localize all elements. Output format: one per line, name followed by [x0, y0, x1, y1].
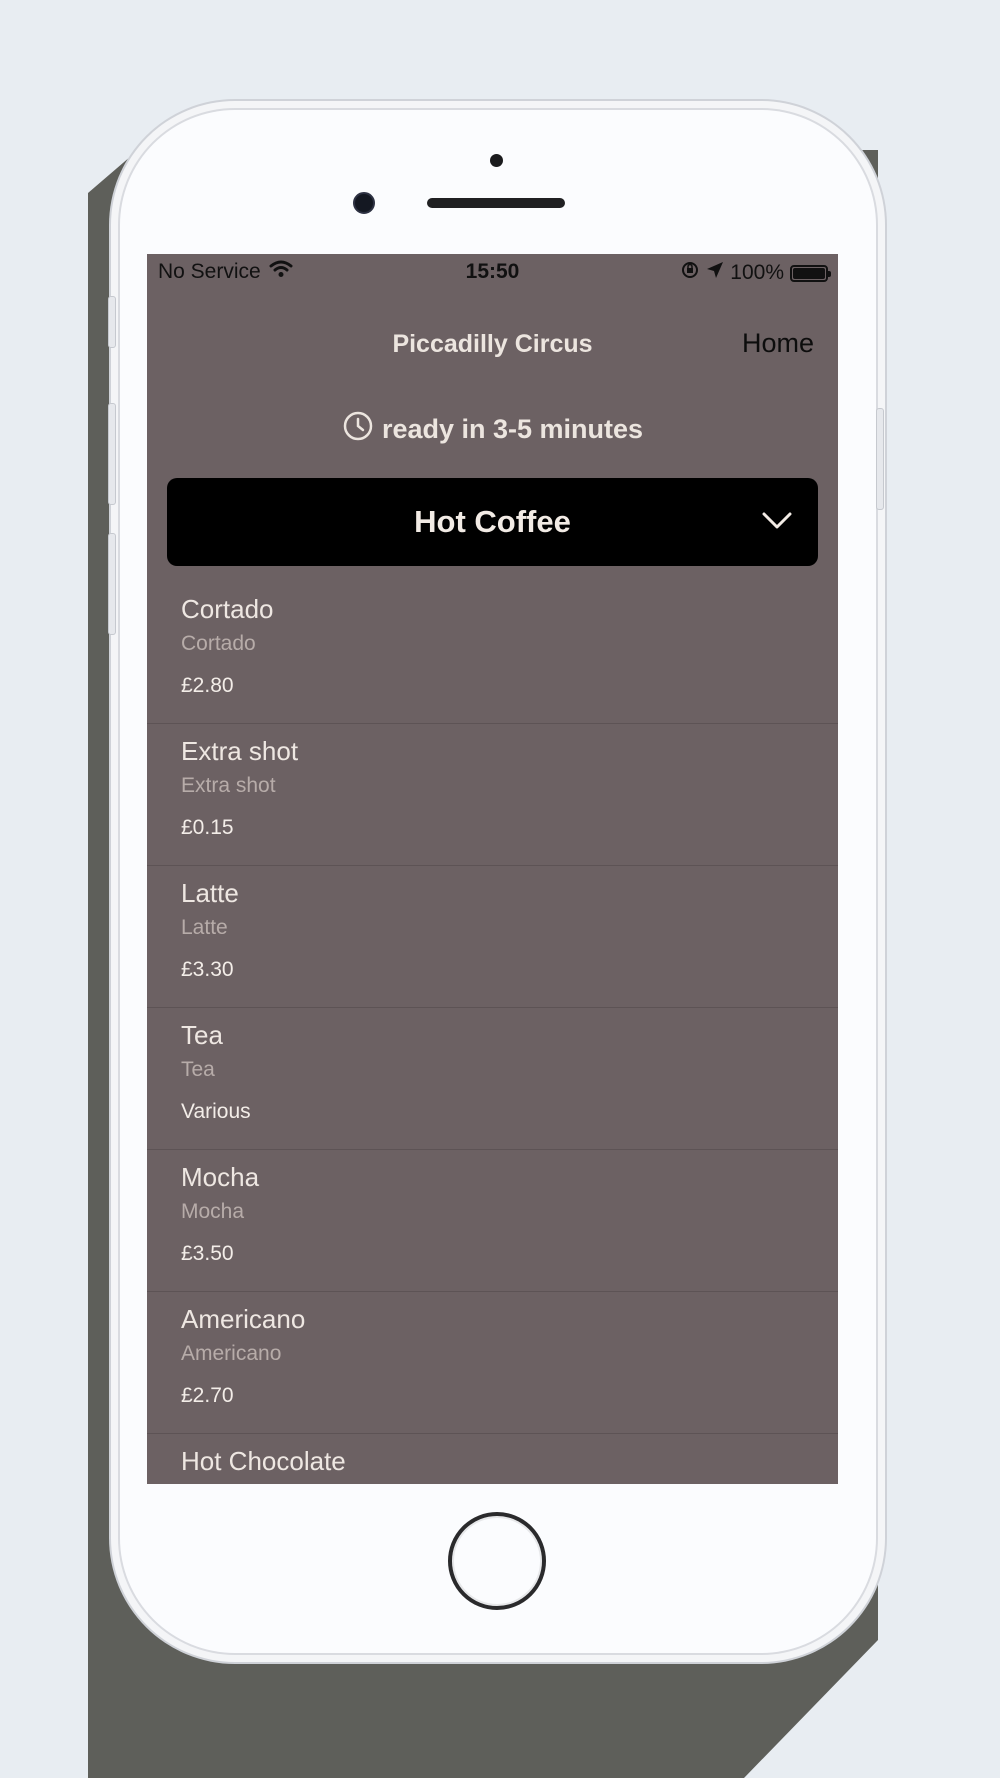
item-name: Cortado — [181, 594, 274, 624]
item-price: £2.80 — [181, 674, 234, 697]
item-price: £3.50 — [181, 1242, 234, 1265]
item-description: Mocha — [181, 1200, 245, 1223]
orientation-lock-icon — [680, 260, 700, 286]
category-dropdown[interactable]: Hot Coffee — [167, 478, 818, 566]
item-description: Latte — [181, 916, 228, 939]
battery-icon — [790, 264, 831, 282]
item-description: Cortado — [181, 632, 256, 655]
location-arrow-icon — [706, 261, 724, 285]
item-description: Americano — [181, 1342, 282, 1365]
home-hardware-button[interactable] — [448, 1512, 546, 1610]
power-button — [876, 408, 884, 510]
item-name: Latte — [181, 878, 239, 908]
front-camera — [353, 192, 375, 214]
ready-time-banner: ready in 3-5 minutes — [147, 410, 838, 449]
menu-item-cortado[interactable]: Cortado Cortado £2.80 — [147, 582, 838, 724]
battery-percent: 100% — [730, 261, 784, 284]
menu-item-americano[interactable]: Americano Americano £2.70 — [147, 1292, 838, 1434]
item-price: £0.15 — [181, 816, 234, 839]
item-name: Tea — [181, 1020, 223, 1050]
home-button[interactable]: Home — [742, 328, 814, 359]
status-right: 100% — [680, 260, 831, 286]
volume-up-button — [108, 403, 116, 505]
volume-down-button — [108, 533, 116, 635]
store-title: Piccadilly Circus — [392, 330, 593, 358]
item-description: Tea — [181, 1058, 215, 1081]
item-name: Mocha — [181, 1162, 260, 1192]
chevron-down-icon — [762, 512, 792, 535]
category-selected-label: Hot Coffee — [414, 504, 571, 539]
status-bar: No Service 15:50 100% — [147, 254, 838, 292]
menu-item-tea[interactable]: Tea Tea Various — [147, 1008, 838, 1150]
proximity-sensor — [490, 154, 503, 167]
earpiece-speaker — [427, 198, 565, 208]
battery-fill — [793, 267, 825, 279]
item-name: Extra shot — [181, 736, 299, 766]
menu-item-hot-chocolate[interactable]: Hot Chocolate — [147, 1434, 838, 1484]
item-name: Americano — [181, 1304, 306, 1334]
app-screen: No Service 15:50 100% Piccadilly Circus … — [147, 254, 838, 1484]
menu-list: Cortado Cortado £2.80 Extra shot Extra s… — [147, 582, 838, 1484]
ready-time-text: ready in 3-5 minutes — [381, 414, 644, 444]
menu-item-latte[interactable]: Latte Latte £3.30 — [147, 866, 838, 1008]
item-name: Hot Chocolate — [181, 1446, 346, 1476]
clock-icon — [342, 410, 374, 449]
menu-item-mocha[interactable]: Mocha Mocha £3.50 — [147, 1150, 838, 1292]
item-price: Various — [181, 1100, 251, 1123]
menu-item-extra-shot[interactable]: Extra shot Extra shot £0.15 — [147, 724, 838, 866]
item-price: £2.70 — [181, 1384, 234, 1407]
item-description: Extra shot — [181, 774, 276, 797]
item-price: £3.30 — [181, 958, 234, 981]
mute-switch — [108, 296, 116, 348]
